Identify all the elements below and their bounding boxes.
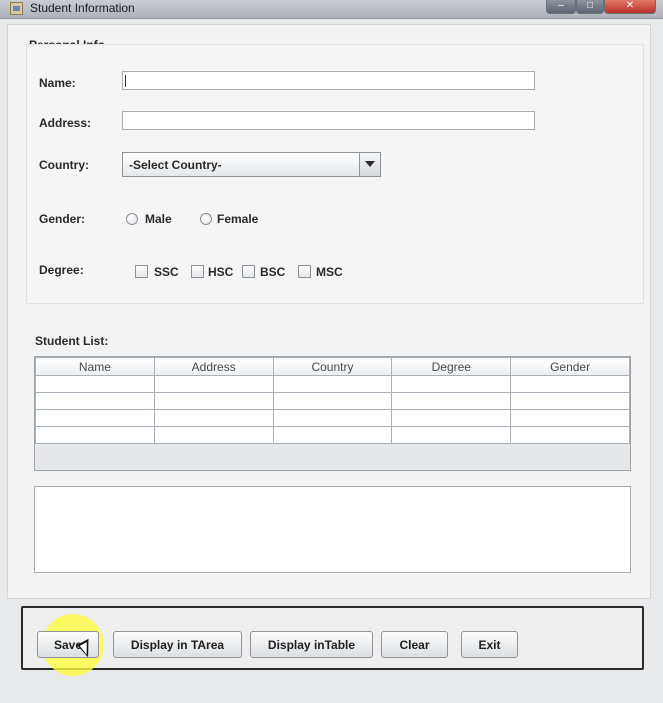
table-row[interactable] [35,392,630,410]
table-cell[interactable] [35,409,155,427]
name-label: Name: [39,76,76,90]
gender-male-label[interactable]: Male [145,212,172,226]
country-label: Country: [39,158,89,172]
display-in-tarea-button[interactable]: Display in TArea [113,631,242,658]
degree-msc-label[interactable]: MSC [316,265,343,279]
column-header-country[interactable]: Country [272,357,393,376]
table-cell[interactable] [153,392,274,410]
table-cell[interactable] [272,426,393,444]
table-row[interactable] [35,375,630,393]
window-title: Student Information [30,1,135,15]
column-header-gender[interactable]: Gender [510,357,630,376]
table-cell[interactable] [272,375,393,393]
degree-bsc-checkbox[interactable] [242,265,255,278]
close-button[interactable]: ✕ [604,0,656,14]
minimize-button[interactable]: – [546,0,576,14]
address-input[interactable] [122,111,535,130]
output-textarea[interactable] [34,486,631,573]
table-cell[interactable] [153,375,274,393]
table-cell[interactable] [391,375,512,393]
table-cell[interactable] [35,375,155,393]
table-cell[interactable] [391,392,512,410]
table-cell[interactable] [391,409,512,427]
degree-ssc-checkbox[interactable] [135,265,148,278]
degree-label: Degree: [39,263,84,277]
table-cell[interactable] [510,392,630,410]
display-in-table-button[interactable]: Display inTable [250,631,373,658]
column-header-address[interactable]: Address [153,357,274,376]
table-cell[interactable] [153,409,274,427]
table-row[interactable] [35,409,630,427]
clear-button[interactable]: Clear [381,631,448,658]
gender-female-label[interactable]: Female [217,212,258,226]
country-select[interactable]: -Select Country- [122,152,381,177]
degree-hsc-label[interactable]: HSC [208,265,233,279]
column-header-degree[interactable]: Degree [391,357,512,376]
table-cell[interactable] [153,426,274,444]
column-header-name[interactable]: Name [35,357,155,376]
name-input[interactable] [122,71,535,90]
table-cell[interactable] [35,392,155,410]
gender-label: Gender: [39,212,86,226]
student-table[interactable]: Name Address Country Degree Gender [34,356,631,471]
java-app-icon [10,2,23,15]
gender-male-radio[interactable] [126,213,138,225]
gender-female-radio[interactable] [200,213,212,225]
title-bar: Student Information – □ ✕ [0,0,663,19]
table-cell[interactable] [391,426,512,444]
table-cell[interactable] [510,409,630,427]
table-cell[interactable] [272,392,393,410]
table-row[interactable] [35,426,630,444]
address-label: Address: [39,116,92,130]
country-select-value: -Select Country- [129,158,222,172]
text-caret [125,75,126,87]
table-header-row: Name Address Country Degree Gender [35,357,630,376]
degree-bsc-label[interactable]: BSC [260,265,285,279]
degree-hsc-checkbox[interactable] [191,265,204,278]
maximize-button[interactable]: □ [576,0,604,14]
chevron-down-icon[interactable] [359,153,380,176]
degree-msc-checkbox[interactable] [298,265,311,278]
table-cell[interactable] [510,426,630,444]
table-cell[interactable] [510,375,630,393]
table-cell[interactable] [35,426,155,444]
table-cell[interactable] [272,409,393,427]
degree-ssc-label[interactable]: SSC [154,265,179,279]
student-list-label: Student List: [35,334,109,348]
exit-button[interactable]: Exit [461,631,518,658]
